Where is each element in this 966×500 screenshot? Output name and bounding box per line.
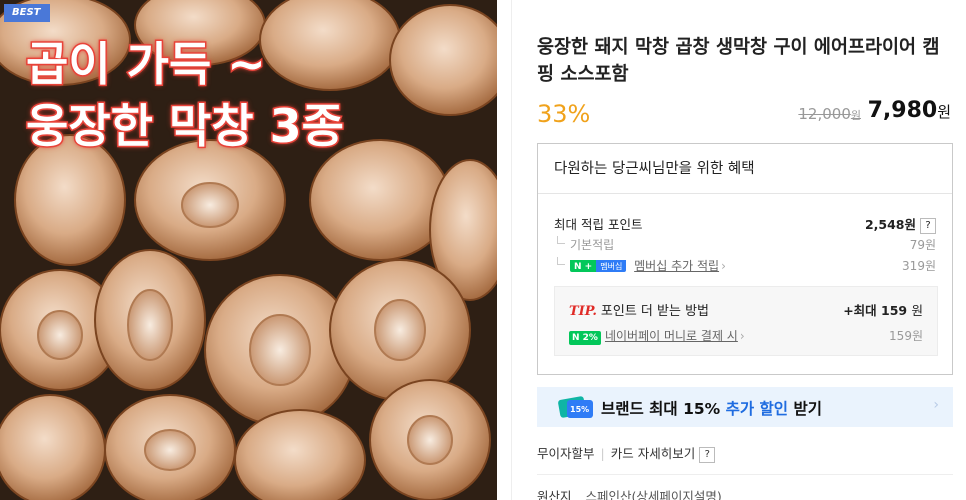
membership-badge-text: 멤버십 — [596, 260, 627, 272]
max-points-right: 2,548원? — [865, 214, 936, 234]
tree-branch-icon — [557, 236, 565, 244]
brand-discount-text: 브랜드 최대 15% 추가 할인 받기 — [601, 397, 822, 419]
naverpay-rate-badge: N 2% — [569, 331, 601, 345]
benefit-header: 다원하는 당근씨님만을 위한 혜택 — [538, 144, 952, 194]
brand-text-highlight: 추가 할인 — [725, 400, 789, 418]
origin-value: 스페인산(상세페이지설명) — [585, 489, 722, 500]
naverpay-link[interactable]: 네이버페이 머니로 결제 시 — [605, 329, 738, 343]
tip-tag: TIP. — [569, 304, 597, 319]
sale-price: 7,980원 — [868, 98, 951, 123]
tip-max-unit: 원 — [911, 303, 923, 318]
original-price-unit: 원 — [850, 109, 861, 122]
naver-plus-membership-badge: N + 멤버십 — [570, 258, 627, 272]
discount-rate: 33% — [537, 100, 591, 128]
max-points-value: 2,548원 — [864, 217, 916, 232]
tip-max-points: +최대 159 원 — [843, 300, 923, 319]
membership-link[interactable]: 멤버십 추가 적립 — [634, 259, 719, 273]
brand-discount-banner[interactable]: 15% 브랜드 최대 15% 추가 할인 받기 › — [537, 387, 953, 427]
promo-overlay-text: 곱이 가득 ~ 웅장한 막창 3종 — [25, 33, 346, 157]
max-points-label: 최대 적립 포인트 — [554, 217, 643, 232]
coupon-icon-label: 15% — [570, 405, 589, 414]
basic-points-value: 79원 — [909, 238, 936, 252]
naverpay-row[interactable]: N 2% 네이버페이 머니로 결제 시 › — [569, 327, 745, 345]
help-icon[interactable]: ? — [920, 218, 936, 234]
origin-label: 원산지 — [537, 489, 572, 500]
chevron-right-icon: › — [739, 329, 745, 343]
sale-price-unit: 원 — [937, 103, 951, 121]
origin-row: 원산지 스페인산(상세페이지설명) — [537, 486, 722, 500]
promo-line-1: 곱이 가득 ~ — [25, 36, 268, 93]
card-detail-link[interactable]: 카드 자세히보기 — [611, 446, 695, 461]
separator: | — [600, 446, 605, 461]
help-icon[interactable]: ? — [699, 447, 716, 463]
tree-branch-icon — [557, 257, 565, 265]
tip-box: TIP. 포인트 더 받는 방법 +최대 159 원 N 2% 네이버페이 머니로 … — [554, 286, 938, 356]
brand-text-prefix: 브랜드 최대 15% — [601, 400, 721, 418]
original-price-value: 12,000 — [798, 105, 851, 123]
benefit-box: 다원하는 당근씨님만을 위한 혜택 최대 적립 포인트 2,548원? 기본적립… — [537, 143, 953, 375]
card-info-row: 무이자할부 | 카드 자세히보기? — [537, 443, 716, 463]
installment-label: 무이자할부 — [537, 446, 595, 461]
basic-points-row: 기본적립 79원 — [554, 236, 936, 253]
tip-max-value: +최대 159 — [843, 303, 908, 318]
promo-line-2: 웅장한 막창 3종 — [25, 98, 346, 155]
membership-points-row[interactable]: N + 멤버십 멤버십 추가 적립 › 319원 — [554, 257, 936, 274]
section-divider — [537, 474, 953, 475]
original-price: 12,000원 — [798, 105, 861, 123]
chevron-right-icon: › — [721, 259, 726, 273]
product-image[interactable]: BEST 곱이 가득 ~ 웅장한 막창 3종 — [0, 0, 497, 500]
best-badge: BEST — [4, 4, 50, 22]
brand-text-suffix: 받기 — [793, 400, 822, 418]
tip-title-text: 포인트 더 받는 방법 — [600, 304, 709, 319]
naver-plus-icon: N + — [570, 260, 597, 272]
naverpay-points-value: 159원 — [889, 329, 923, 343]
panel-divider — [511, 0, 512, 500]
basic-points-label: 기본적립 — [570, 238, 615, 252]
max-points-row: 최대 적립 포인트 2,548원? — [554, 214, 936, 234]
product-title: 웅장한 돼지 막창 곱창 생막창 구이 에어프라이어 캠핑 소스포함 — [537, 37, 940, 85]
sale-price-value: 7,980 — [867, 98, 938, 123]
chevron-right-icon: › — [933, 397, 939, 413]
tip-title: TIP. 포인트 더 받는 방법 — [569, 300, 709, 319]
membership-points-value: 319원 — [902, 259, 936, 273]
coupon-icon: 15% — [558, 396, 593, 418]
